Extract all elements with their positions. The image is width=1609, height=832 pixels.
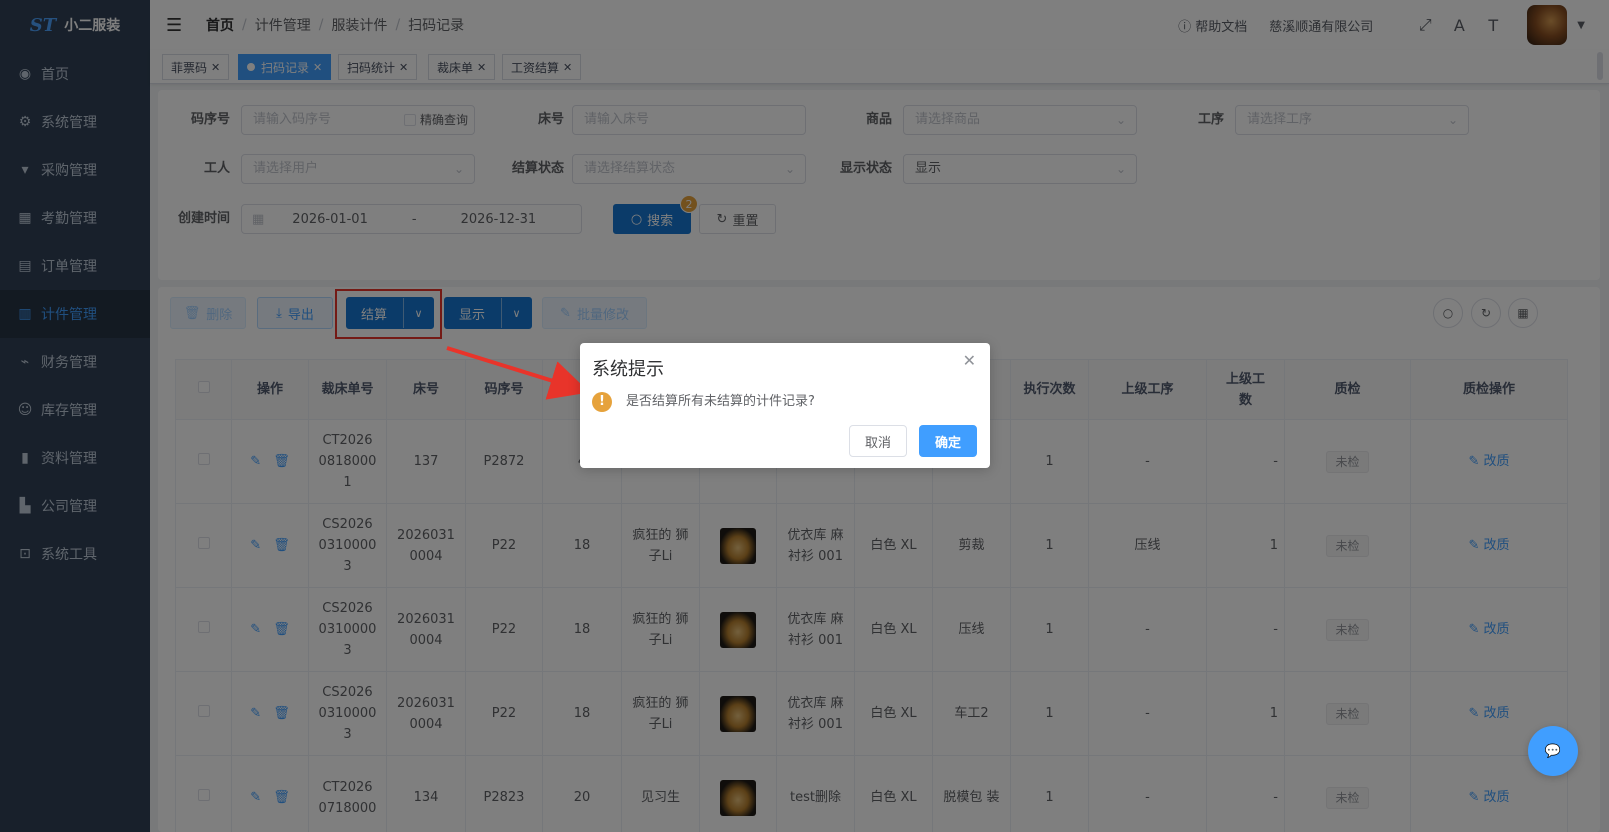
chat-button[interactable]: 💬 xyxy=(1528,726,1578,776)
chat-icon: 💬 xyxy=(1544,743,1562,759)
confirm-button[interactable]: 确定 xyxy=(919,425,977,457)
dialog-message: 是否结算所有未结算的计件记录? xyxy=(626,394,815,409)
confirm-dialog: 系统提示 ✕ ! 是否结算所有未结算的计件记录? 取消 确定 xyxy=(580,343,990,468)
close-icon[interactable]: ✕ xyxy=(963,351,976,370)
dialog-title: 系统提示 xyxy=(592,359,664,380)
annotation-arrow-line xyxy=(446,346,590,400)
cancel-button[interactable]: 取消 xyxy=(849,425,907,457)
warning-icon: ! xyxy=(592,392,612,412)
